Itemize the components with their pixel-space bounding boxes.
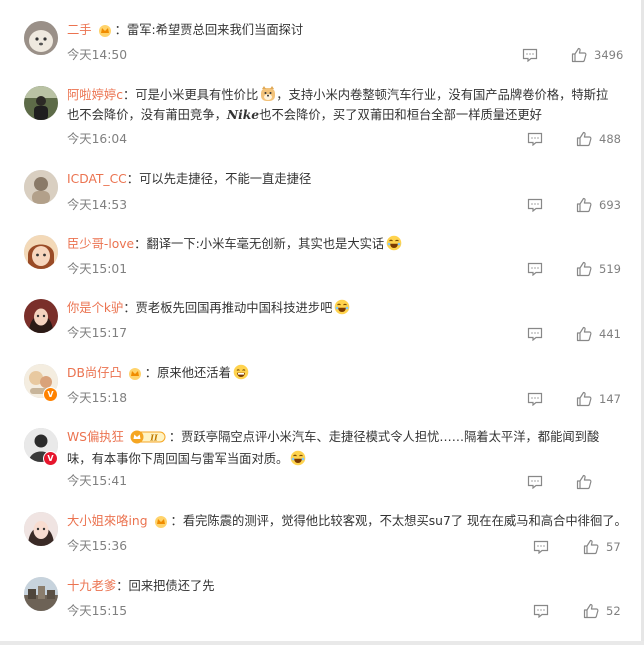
like-count: 441 <box>599 327 621 341</box>
avatar[interactable] <box>24 170 58 204</box>
username[interactable]: 二手 <box>67 23 92 37</box>
thumbs-up-icon <box>576 391 592 407</box>
thumbs-up-icon <box>583 603 599 619</box>
like-count: 519 <box>599 262 621 276</box>
thumbs-up-icon <box>571 47 587 63</box>
comment-text: 翻译一下:小米车毫无创新，其实也是大实话 <box>146 237 385 251</box>
comment-time: 今天15:01 <box>67 262 128 276</box>
comment-text: 原来他还活着 <box>157 366 231 380</box>
username[interactable]: WS偏执狂 <box>67 430 124 444</box>
comment-time: 今天15:18 <box>67 391 128 405</box>
comment-time: 今天15:15 <box>67 604 128 618</box>
avatar[interactable] <box>24 86 58 120</box>
comment-text: 回来把债还了先 <box>128 579 215 593</box>
comment-text: 看完陈震的测评，觉得他比较客观，不太想买su7了 现在在威马和高合中徘徊了。 <box>182 514 627 528</box>
avatar[interactable] <box>24 512 58 546</box>
username[interactable]: ICDAT_CC <box>67 172 127 186</box>
like-count: 57 <box>606 540 621 554</box>
username[interactable]: 阿啦婷婷c <box>67 88 123 102</box>
like-count: 147 <box>599 392 621 406</box>
comment-text-part: 也不会降价，买了双莆田和桓台全部一样质量还更好 <box>259 108 542 122</box>
comment-time: 今天14:50 <box>67 48 128 62</box>
username[interactable]: DB尚仔凸 <box>67 366 122 380</box>
comment-text-part: 可是小米更具有性价比 <box>135 88 259 102</box>
laughing-emoji-icon <box>335 299 350 315</box>
comment-time: 今天16:04 <box>67 132 128 146</box>
laughing-emoji-icon <box>386 235 402 251</box>
thumbs-up-icon <box>576 261 592 277</box>
comment-text: 雷军:希望贾总回来我们当面探讨 <box>126 23 304 37</box>
comment-icon[interactable] <box>527 132 543 146</box>
nike-text: Nike <box>226 107 260 122</box>
doge-emoji-icon <box>261 86 276 101</box>
like-count: 488 <box>599 132 621 146</box>
comment-icon[interactable] <box>527 327 543 341</box>
comment-text: 可以先走捷径，不能一直走捷径 <box>139 172 312 186</box>
comment-icon[interactable] <box>533 540 549 554</box>
laughing-emoji-icon <box>291 450 306 466</box>
avatar[interactable] <box>24 235 58 269</box>
avatar[interactable] <box>24 299 58 333</box>
member-level-badge: II <box>130 430 166 450</box>
panel-edge <box>0 641 644 645</box>
username[interactable]: 臣少哥-love <box>67 237 134 251</box>
comment-icon[interactable] <box>522 48 538 62</box>
like-count: 3496 <box>594 48 624 62</box>
comment-icon[interactable] <box>527 475 543 489</box>
comment-time: 今天15:17 <box>67 326 128 340</box>
member-level-text: II <box>149 432 158 442</box>
verified-badge-icon: V <box>43 387 58 402</box>
comment-time: 今天15:36 <box>67 539 128 553</box>
comment-time: 今天14:53 <box>67 198 128 212</box>
comment-icon[interactable] <box>533 604 549 618</box>
comment-time: 今天15:41 <box>67 474 128 488</box>
grinning-emoji-icon <box>233 364 249 380</box>
username[interactable]: 你是个k驴 <box>67 301 123 315</box>
crown-icon <box>98 24 112 43</box>
like-count: 693 <box>599 198 621 212</box>
comment-feed: 二手 ：雷军:希望贾总回来我们当面探讨 今天14:50 3496 阿啦婷婷c：可是… <box>0 0 644 645</box>
crown-icon <box>128 367 142 386</box>
comment-icon[interactable] <box>527 392 543 406</box>
username[interactable]: 大小姐來咯ing <box>67 514 148 528</box>
thumbs-up-icon <box>583 539 599 555</box>
thumbs-up-icon <box>576 131 592 147</box>
thumbs-up-icon <box>576 197 592 213</box>
comment-text: 贾老板先回国再推动中国科技进步吧 <box>135 301 333 315</box>
avatar[interactable] <box>24 21 58 55</box>
comment-icon[interactable] <box>527 198 543 212</box>
comment-icon[interactable] <box>527 262 543 276</box>
crown-icon <box>154 515 168 534</box>
avatar[interactable] <box>24 577 58 611</box>
verified-badge-icon: V <box>43 451 58 466</box>
thumbs-up-icon <box>576 474 592 490</box>
username[interactable]: 十九老爹 <box>67 579 116 593</box>
thumbs-up-icon <box>576 326 592 342</box>
like-count: 52 <box>606 604 621 618</box>
